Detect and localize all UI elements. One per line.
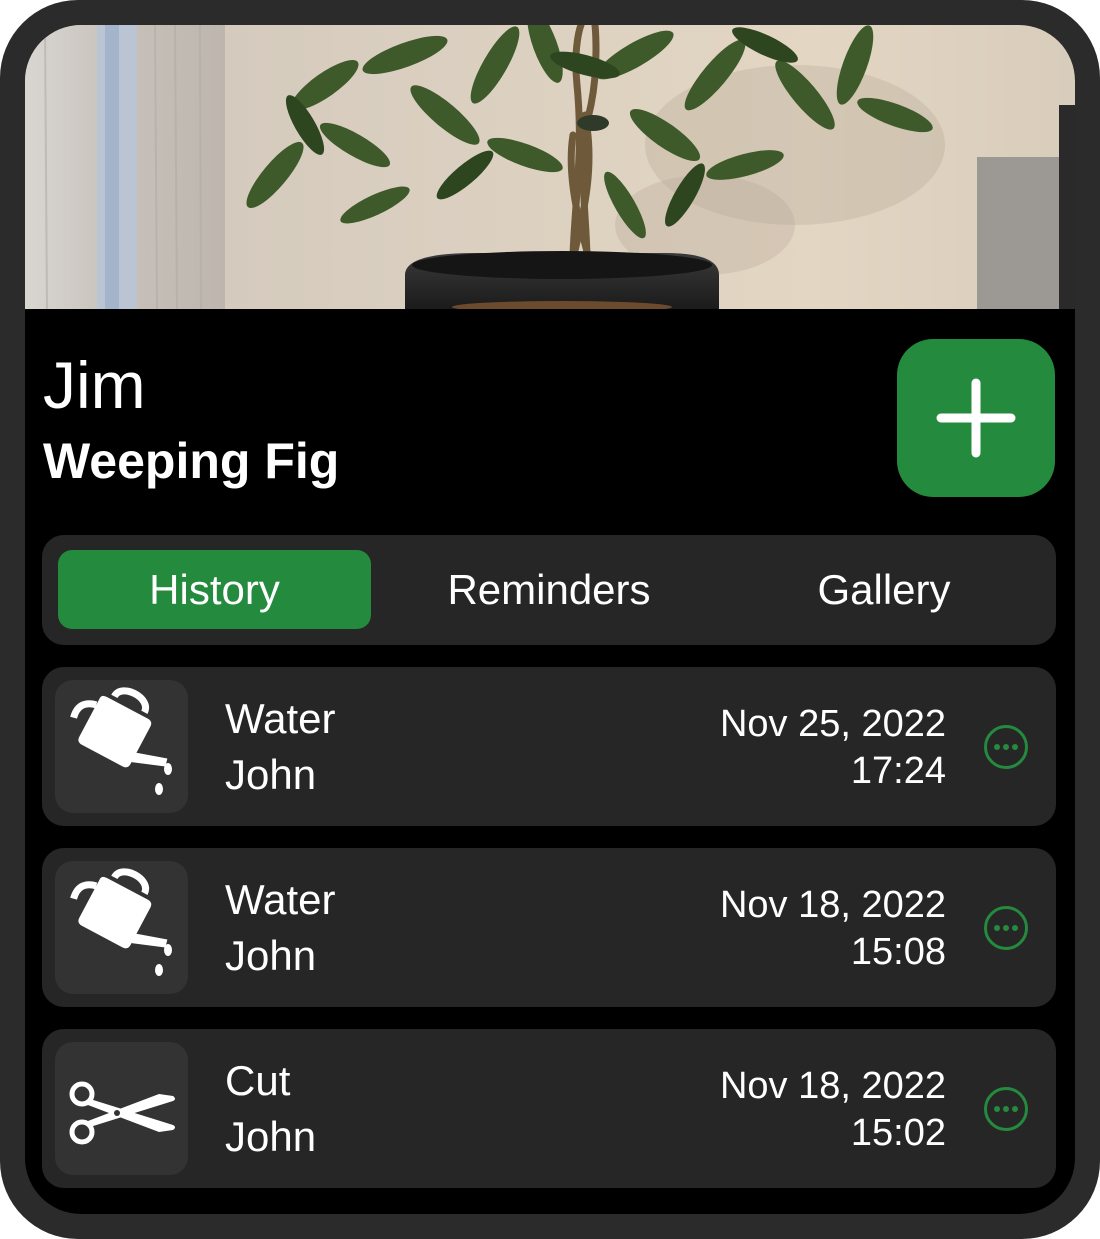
more-button[interactable] <box>983 1086 1029 1132</box>
action-person: John <box>225 932 317 979</box>
action-icon-tile <box>55 861 188 994</box>
segmented-control: History Reminders Gallery <box>42 535 1056 645</box>
action-person: John <box>225 751 317 798</box>
plus-icon <box>936 378 1016 458</box>
action-time: 17:24 <box>850 750 946 792</box>
action-date: Nov 18, 2022 <box>719 1065 946 1107</box>
action-name: Water <box>225 695 336 742</box>
ellipsis-circle-icon <box>984 906 1028 950</box>
tab-gallery[interactable]: Gallery <box>728 550 1040 629</box>
history-row[interactable]: Cut John Nov 18, 2022 15:02 <box>42 1029 1056 1188</box>
device-frame: Jim Weeping Fig History Reminders Galler… <box>0 0 1100 1239</box>
action-person: John <box>225 1113 317 1160</box>
plant-photo <box>25 25 1075 309</box>
history-row[interactable]: Water John Nov 18, 2022 15:08 <box>42 848 1056 1007</box>
watering-can-icon <box>70 868 172 976</box>
action-date: Nov 25, 2022 <box>719 703 946 745</box>
plant-species: Weeping Fig <box>43 433 340 489</box>
action-date: Nov 18, 2022 <box>719 884 946 926</box>
more-button[interactable] <box>983 905 1029 951</box>
ellipsis-circle-icon <box>984 725 1028 769</box>
tab-reminders[interactable]: Reminders <box>380 550 718 629</box>
action-name: Water <box>225 876 336 923</box>
action-time: 15:02 <box>850 1112 946 1154</box>
action-icon-tile <box>55 680 188 813</box>
action-time: 15:08 <box>850 931 946 973</box>
screen: Jim Weeping Fig History Reminders Galler… <box>25 25 1075 1214</box>
watering-can-icon <box>70 687 172 795</box>
more-button[interactable] <box>983 724 1029 770</box>
ellipsis-circle-icon <box>984 1087 1028 1131</box>
plant-name: Jim <box>43 348 146 422</box>
action-icon-tile <box>55 1042 188 1175</box>
scissors-icon <box>69 1081 175 1145</box>
history-row[interactable]: Water John Nov 25, 2022 17:24 <box>42 667 1056 826</box>
tab-history[interactable]: History <box>58 550 371 629</box>
add-entry-button[interactable] <box>897 339 1055 497</box>
action-name: Cut <box>225 1057 291 1104</box>
